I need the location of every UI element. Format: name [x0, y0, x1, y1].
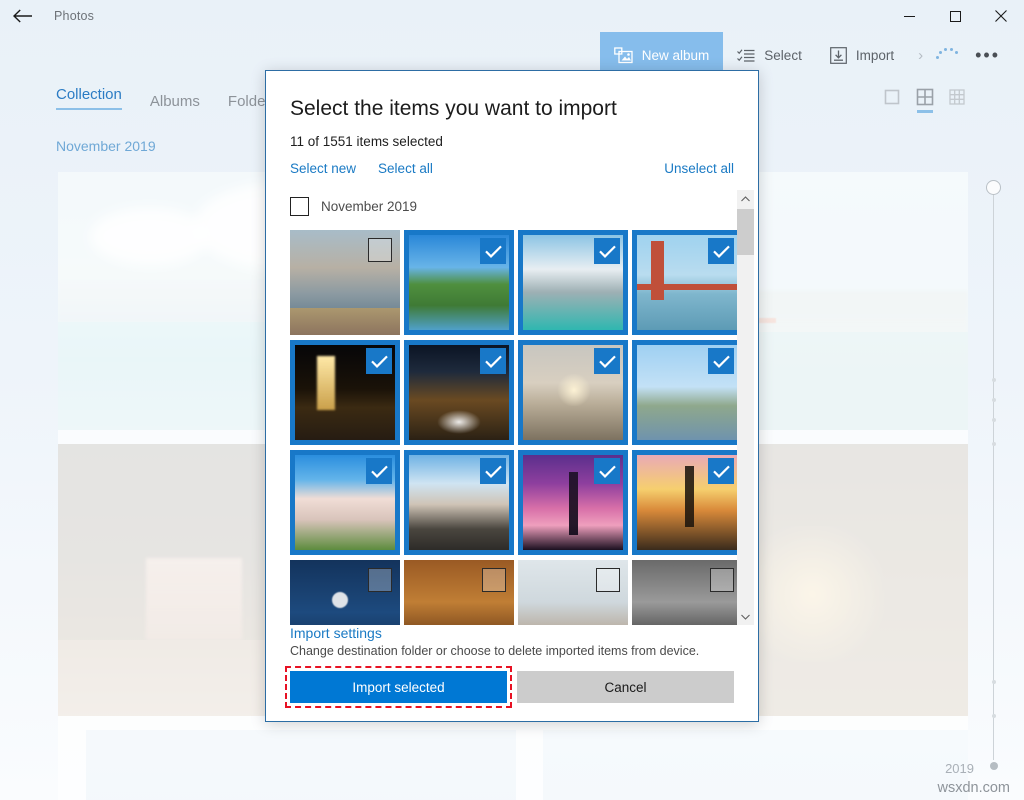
tab-collection-label: Collection: [56, 86, 122, 103]
scrollbar-thumb[interactable]: [737, 209, 754, 255]
loading-spinner-icon: [933, 45, 961, 65]
import-settings-description: Change destination folder or choose to d…: [290, 644, 734, 658]
view-active-underline: [917, 110, 933, 113]
chevron-right-icon[interactable]: ›: [908, 47, 933, 64]
dialog-button-row: Import selected Cancel: [290, 671, 734, 703]
thumb-bw-photo[interactable]: [632, 560, 742, 625]
checkbox-checked-icon[interactable]: [480, 238, 506, 264]
minimize-button[interactable]: [886, 0, 932, 32]
thumb-golden-gate[interactable]: [632, 230, 742, 335]
minimize-icon: [904, 11, 915, 22]
new-album-label: New album: [642, 48, 710, 63]
dialog-thumbnail-area: November 2019: [266, 190, 758, 625]
select-new-link[interactable]: Select new: [290, 161, 356, 176]
single-square-view-icon[interactable]: [884, 88, 902, 106]
thumb-disney-hotel-day[interactable]: [290, 450, 400, 555]
tab-active-underline: [56, 108, 122, 110]
import-settings-link[interactable]: Import settings: [290, 625, 734, 641]
scrollbar-track[interactable]: [737, 207, 754, 608]
thumb-rock-texture[interactable]: [404, 560, 514, 625]
import-label: Import: [856, 48, 894, 63]
grid-2x2-view-icon[interactable]: [916, 88, 934, 106]
checkbox-unchecked-icon[interactable]: [368, 568, 392, 592]
checkbox-unchecked-icon[interactable]: [368, 238, 392, 262]
dialog-footer: Import settings Change destination folde…: [266, 625, 758, 721]
timeline-end-dot: [990, 762, 998, 770]
thumb-seine-sunset[interactable]: [518, 340, 628, 445]
maximize-icon: [950, 11, 961, 22]
unselect-all-link[interactable]: Unselect all: [664, 161, 734, 176]
thumb-disney-hotel[interactable]: [404, 450, 514, 555]
tab-collection[interactable]: Collection: [56, 86, 122, 116]
cancel-button[interactable]: Cancel: [517, 671, 734, 703]
group-checkbox[interactable]: [290, 197, 309, 216]
import-button[interactable]: Import: [816, 32, 908, 78]
timeline-year-label: 2019: [945, 761, 974, 776]
timeline-scrollbar[interactable]: 2019: [978, 180, 1010, 770]
close-icon: [995, 10, 1007, 22]
thumb-vegas-night[interactable]: [290, 340, 400, 445]
thumb-paris-river[interactable]: [632, 340, 742, 445]
thumb-vegas-fountain[interactable]: [404, 340, 514, 445]
import-icon: [830, 47, 847, 64]
more-options-button[interactable]: •••: [961, 45, 1014, 66]
new-album-icon: [614, 47, 633, 64]
checkbox-unchecked-icon[interactable]: [482, 568, 506, 592]
checkbox-checked-icon[interactable]: [708, 458, 734, 484]
nav-tabs: Collection Albums Folders: [56, 86, 278, 116]
photos-app-window: Photos: [0, 0, 1024, 800]
photo-tile-bottom-left[interactable]: [86, 730, 516, 800]
checkbox-checked-icon[interactable]: [366, 458, 392, 484]
checkbox-checked-icon[interactable]: [366, 348, 392, 374]
timeline-handle[interactable]: [986, 180, 1001, 195]
thumbnail-grid: [290, 230, 734, 625]
back-button[interactable]: [0, 0, 46, 32]
tab-albums-label: Albums: [150, 93, 200, 110]
view-size-controls: [884, 88, 966, 106]
tab-albums[interactable]: Albums: [150, 93, 200, 116]
checkbox-checked-icon[interactable]: [594, 458, 620, 484]
thumb-eiffel-purple[interactable]: [518, 450, 628, 555]
scroll-up-arrow-icon[interactable]: [737, 190, 754, 207]
selection-links: Select new Select all Unselect all: [266, 149, 758, 176]
checkbox-unchecked-icon[interactable]: [710, 568, 734, 592]
checkbox-checked-icon[interactable]: [480, 458, 506, 484]
back-arrow-icon: [13, 9, 33, 23]
select-label: Select: [764, 48, 802, 63]
select-icon: [737, 48, 755, 63]
month-header: November 2019: [56, 138, 156, 154]
import-dialog: Select the items you want to import 11 o…: [265, 70, 759, 722]
group-label: November 2019: [321, 199, 417, 214]
thumb-coastal-bay[interactable]: [518, 230, 628, 335]
dialog-title: Select the items you want to import: [266, 71, 758, 121]
close-button[interactable]: [978, 0, 1024, 32]
thumb-lake-hillside[interactable]: [404, 230, 514, 335]
maximize-button[interactable]: [932, 0, 978, 32]
title-bar: Photos: [0, 0, 1024, 32]
thumb-village-canal[interactable]: [290, 230, 400, 335]
checkbox-checked-icon[interactable]: [480, 348, 506, 374]
app-title: Photos: [54, 9, 94, 23]
checkbox-unchecked-icon[interactable]: [596, 568, 620, 592]
scroll-down-arrow-icon[interactable]: [737, 608, 754, 625]
checkbox-checked-icon[interactable]: [708, 348, 734, 374]
checkbox-checked-icon[interactable]: [594, 238, 620, 264]
dialog-scrollbar[interactable]: [737, 190, 754, 625]
thumb-eiffel-sunset[interactable]: [632, 450, 742, 555]
selected-count-text: 11 of 1551 items selected: [266, 121, 758, 149]
window-controls: [886, 0, 1024, 32]
import-selected-button[interactable]: Import selected: [290, 671, 507, 703]
thumb-architecture[interactable]: [518, 560, 628, 625]
photo-tile-bottom-right[interactable]: [543, 730, 968, 800]
thumb-moon-night[interactable]: [290, 560, 400, 625]
timeline-track: [993, 188, 994, 760]
grid-3x3-view-icon[interactable]: [948, 88, 966, 106]
checkbox-checked-icon[interactable]: [594, 348, 620, 374]
watermark: wsxdn.com: [937, 780, 1010, 796]
select-all-link[interactable]: Select all: [378, 161, 433, 176]
checkbox-checked-icon[interactable]: [708, 238, 734, 264]
group-header: November 2019: [290, 190, 734, 222]
import-selected-wrap: Import selected: [290, 671, 507, 703]
